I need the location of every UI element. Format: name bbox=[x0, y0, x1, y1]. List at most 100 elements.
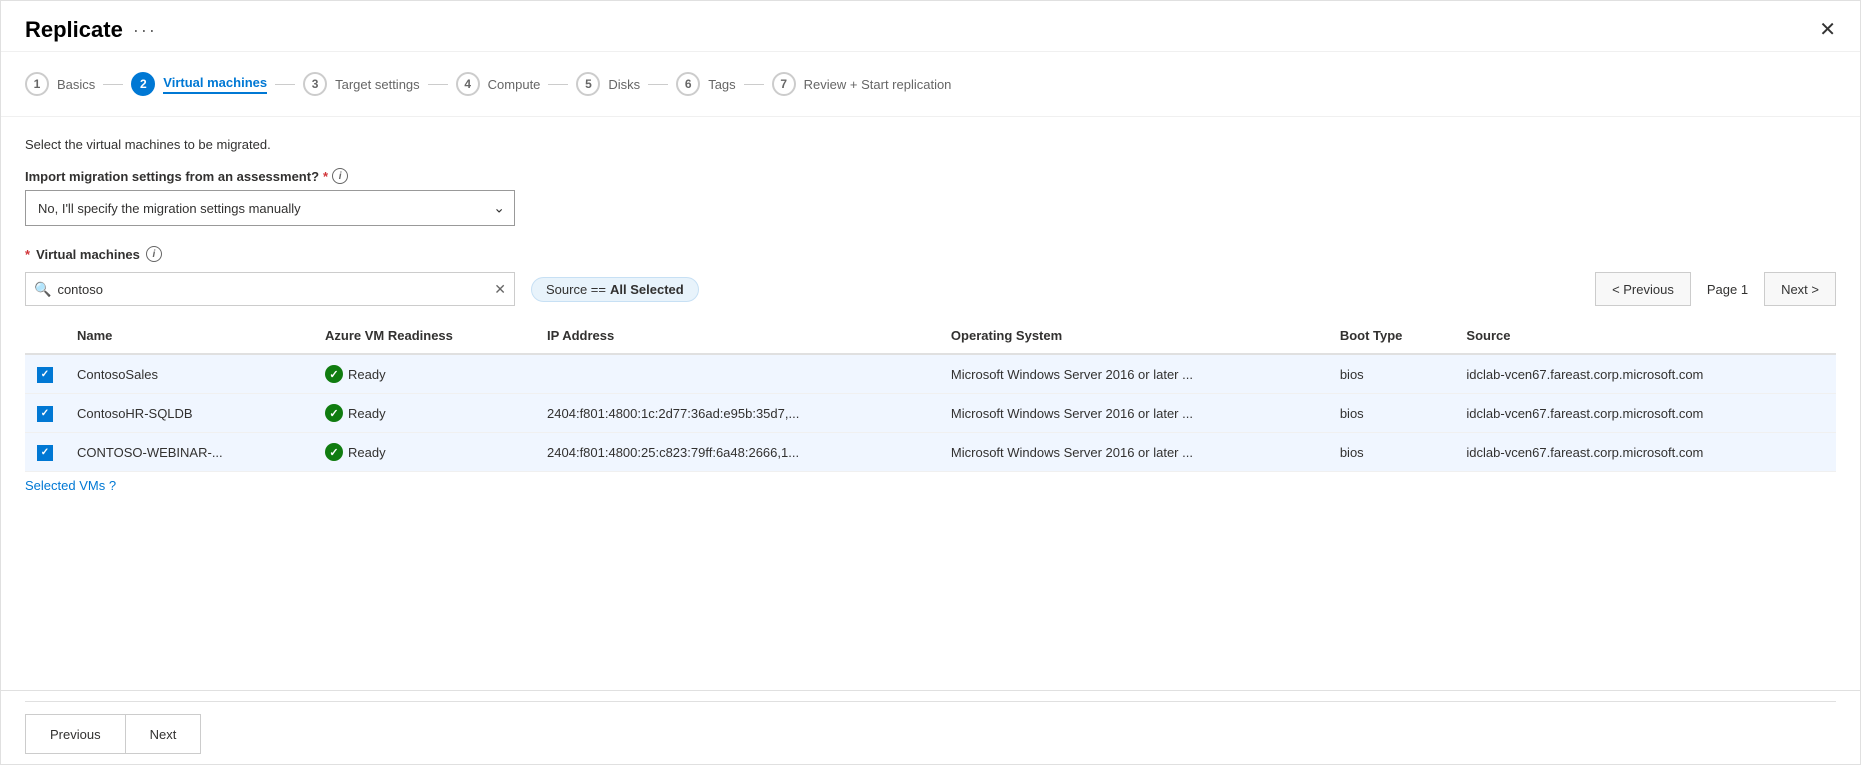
import-field-label: Import migration settings from an assess… bbox=[25, 168, 1836, 184]
import-dropdown[interactable]: No, I'll specify the migration settings … bbox=[25, 190, 515, 226]
row-source: idclab-vcen67.fareast.corp.microsoft.com bbox=[1454, 433, 1836, 472]
step-6-circle: 6 bbox=[676, 72, 700, 96]
table-row: ✓ ContosoSales ✓ Ready Microsoft Windows… bbox=[25, 354, 1836, 394]
step-target-settings[interactable]: 3 Target settings bbox=[303, 68, 420, 100]
page-title: Replicate bbox=[25, 17, 123, 43]
header: Replicate ··· ✕ bbox=[1, 1, 1860, 52]
vm-info-icon[interactable]: i bbox=[146, 246, 162, 262]
footer-next-button[interactable]: Next bbox=[125, 714, 202, 754]
step-tags[interactable]: 6 Tags bbox=[676, 68, 735, 100]
search-input[interactable] bbox=[57, 282, 494, 297]
search-icon: 🔍 bbox=[34, 281, 51, 298]
step-divider-4 bbox=[548, 84, 568, 85]
vm-section-label: * Virtual machines i bbox=[25, 246, 1836, 262]
ready-icon: ✓ bbox=[325, 404, 343, 422]
ready-label: Ready bbox=[348, 367, 386, 382]
search-clear-icon[interactable]: ✕ bbox=[494, 281, 506, 298]
step-divider-1 bbox=[103, 84, 123, 85]
step-7-circle: 7 bbox=[772, 72, 796, 96]
step-5-label: Disks bbox=[608, 77, 640, 92]
page-container: Replicate ··· ✕ 1 Basics 2 Virtual machi… bbox=[0, 0, 1861, 765]
step-3-label: Target settings bbox=[335, 77, 420, 92]
ready-label: Ready bbox=[348, 445, 386, 460]
step-6-label: Tags bbox=[708, 77, 735, 92]
table-header-row: Name Azure VM Readiness IP Address Opera… bbox=[25, 318, 1836, 354]
step-3-circle: 3 bbox=[303, 72, 327, 96]
row-source: idclab-vcen67.fareast.corp.microsoft.com bbox=[1454, 354, 1836, 394]
col-ip: IP Address bbox=[535, 318, 939, 354]
filter-badge[interactable]: Source == All Selected bbox=[531, 277, 699, 302]
step-2-label: Virtual machines bbox=[163, 75, 267, 94]
row-readiness: ✓ Ready bbox=[313, 354, 535, 394]
ready-label: Ready bbox=[348, 406, 386, 421]
row-os: Microsoft Windows Server 2016 or later .… bbox=[939, 433, 1328, 472]
row-name: ContosoHR-SQLDB bbox=[65, 394, 313, 433]
row-checkbox-cell[interactable]: ✓ bbox=[25, 354, 65, 394]
header-left: Replicate ··· bbox=[25, 17, 157, 43]
section-description: Select the virtual machines to be migrat… bbox=[25, 137, 1836, 152]
col-name: Name bbox=[65, 318, 313, 354]
row-ip bbox=[535, 354, 939, 394]
selected-vms-link[interactable]: Selected VMs ? bbox=[25, 478, 116, 493]
step-divider-5 bbox=[648, 84, 668, 85]
bottom-actions: Previous Next bbox=[25, 701, 1836, 754]
step-review[interactable]: 7 Review + Start replication bbox=[772, 68, 952, 100]
row-checkbox-cell[interactable]: ✓ bbox=[25, 394, 65, 433]
row-checkbox[interactable]: ✓ bbox=[37, 445, 53, 461]
row-name: CONTOSO-WEBINAR-... bbox=[65, 433, 313, 472]
step-disks[interactable]: 5 Disks bbox=[576, 68, 640, 100]
main-content: Select the virtual machines to be migrat… bbox=[1, 117, 1860, 690]
step-compute[interactable]: 4 Compute bbox=[456, 68, 541, 100]
row-readiness: ✓ Ready bbox=[313, 433, 535, 472]
row-boot: bios bbox=[1328, 354, 1455, 394]
step-4-circle: 4 bbox=[456, 72, 480, 96]
col-source: Source bbox=[1454, 318, 1836, 354]
row-source: idclab-vcen67.fareast.corp.microsoft.com bbox=[1454, 394, 1836, 433]
import-dropdown-value: No, I'll specify the migration settings … bbox=[38, 201, 301, 216]
search-filter-bar: 🔍 ✕ Source == All Selected < Previous Pa… bbox=[25, 272, 1836, 306]
row-os: Microsoft Windows Server 2016 or later .… bbox=[939, 354, 1328, 394]
vm-table: Name Azure VM Readiness IP Address Opera… bbox=[25, 318, 1836, 472]
previous-page-button[interactable]: < Previous bbox=[1595, 272, 1691, 306]
step-basics[interactable]: 1 Basics bbox=[25, 68, 95, 100]
step-divider-2 bbox=[275, 84, 295, 85]
required-star: * bbox=[323, 169, 328, 184]
page-info: Page 1 bbox=[1695, 282, 1760, 297]
search-box: 🔍 ✕ bbox=[25, 272, 515, 306]
row-checkbox-cell[interactable]: ✓ bbox=[25, 433, 65, 472]
vm-required-star: * bbox=[25, 247, 30, 262]
step-7-label: Review + Start replication bbox=[804, 77, 952, 92]
step-divider-3 bbox=[428, 84, 448, 85]
row-name: ContosoSales bbox=[65, 354, 313, 394]
step-2-circle: 2 bbox=[131, 72, 155, 96]
row-boot: bios bbox=[1328, 433, 1455, 472]
import-info-icon[interactable]: i bbox=[332, 168, 348, 184]
row-boot: bios bbox=[1328, 394, 1455, 433]
col-boot: Boot Type bbox=[1328, 318, 1455, 354]
vm-section: * Virtual machines i 🔍 ✕ Source == All S… bbox=[25, 246, 1836, 493]
import-dropdown-container: No, I'll specify the migration settings … bbox=[25, 190, 515, 226]
step-virtual-machines[interactable]: 2 Virtual machines bbox=[131, 68, 267, 100]
row-checkbox[interactable]: ✓ bbox=[37, 406, 53, 422]
col-checkbox bbox=[25, 318, 65, 354]
filter-prefix: Source == bbox=[546, 282, 606, 297]
footer: Previous Next bbox=[1, 690, 1860, 764]
next-page-button[interactable]: Next > bbox=[1764, 272, 1836, 306]
col-readiness: Azure VM Readiness bbox=[313, 318, 535, 354]
pagination: < Previous Page 1 Next > bbox=[1595, 272, 1836, 306]
more-options-icon[interactable]: ··· bbox=[133, 20, 157, 41]
ready-icon: ✓ bbox=[325, 443, 343, 461]
filter-value: All Selected bbox=[610, 282, 684, 297]
row-os: Microsoft Windows Server 2016 or later .… bbox=[939, 394, 1328, 433]
row-ip: 2404:f801:4800:25:c823:79ff:6a48:2666,1.… bbox=[535, 433, 939, 472]
table-row: ✓ ContosoHR-SQLDB ✓ Ready 2404:f801:4800… bbox=[25, 394, 1836, 433]
step-4-label: Compute bbox=[488, 77, 541, 92]
footer-previous-button[interactable]: Previous bbox=[25, 714, 125, 754]
row-checkbox[interactable]: ✓ bbox=[37, 367, 53, 383]
step-1-label: Basics bbox=[57, 77, 95, 92]
step-1-circle: 1 bbox=[25, 72, 49, 96]
row-readiness: ✓ Ready bbox=[313, 394, 535, 433]
col-os: Operating System bbox=[939, 318, 1328, 354]
close-icon[interactable]: ✕ bbox=[1819, 20, 1836, 40]
step-divider-6 bbox=[744, 84, 764, 85]
